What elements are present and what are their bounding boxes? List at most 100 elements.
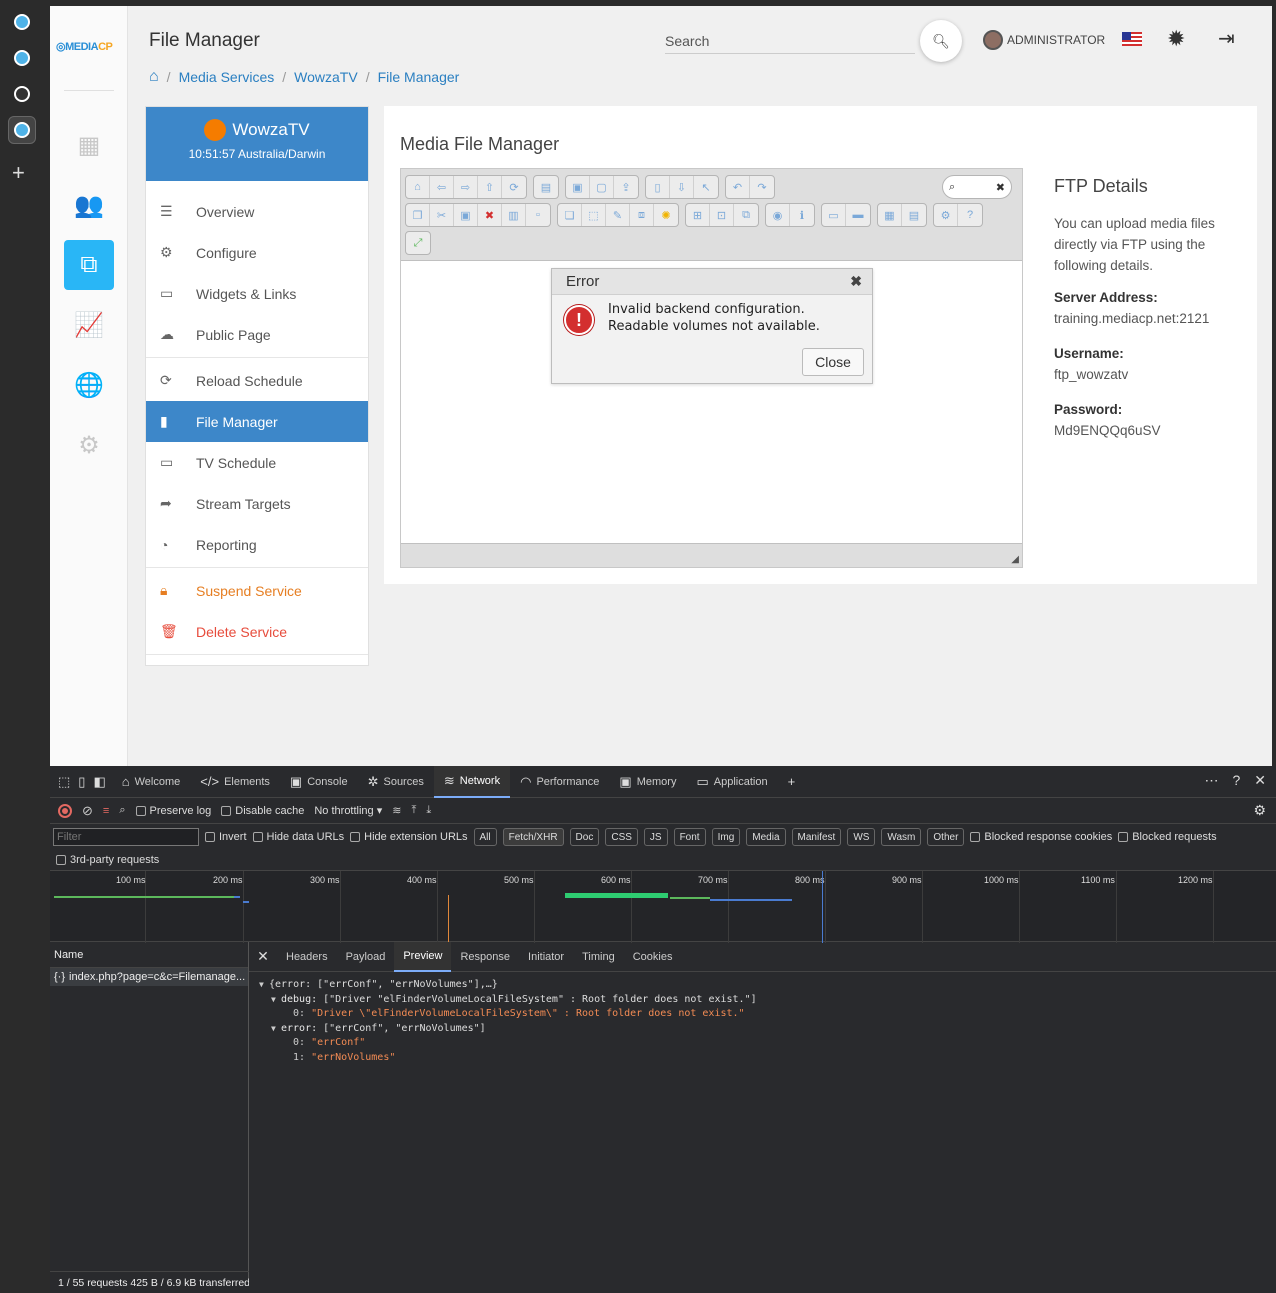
menu-suspend-service[interactable]: 🔒︎ Suspend Service: [146, 570, 368, 611]
type-css[interactable]: CSS: [605, 828, 638, 846]
menu-delete-service[interactable]: 🗑︎ Delete Service: [146, 611, 368, 652]
breadcrumb-link[interactable]: Media Services: [179, 69, 275, 85]
menu-file-manager[interactable]: ▮ File Manager: [146, 401, 368, 442]
tab-payload[interactable]: Payload: [337, 942, 395, 972]
search-icon[interactable]: ⌕: [119, 804, 125, 817]
elfinder-search[interactable]: ⌕ ✖: [942, 175, 1012, 199]
select-icon[interactable]: ⬚: [582, 204, 606, 226]
mkfile-icon[interactable]: ▢: [590, 176, 614, 198]
resize-icon[interactable]: ▬: [846, 204, 870, 226]
type-js[interactable]: JS: [643, 828, 668, 846]
table-row[interactable]: {·} index.php?page=c&c=Filemanage...: [50, 968, 248, 986]
help-icon[interactable]: ?: [958, 204, 982, 226]
empty-icon[interactable]: ▫: [526, 204, 550, 226]
record-icon[interactable]: [58, 803, 72, 818]
getfile-icon[interactable]: ↖: [694, 176, 718, 198]
name-column-header[interactable]: Name: [50, 942, 248, 968]
copy-icon[interactable]: ❐: [406, 204, 430, 226]
menu-configure[interactable]: ⚙ Configure: [146, 232, 368, 273]
blocked-requests-checkbox[interactable]: Blocked requests: [1118, 831, 1217, 843]
type-all[interactable]: All: [473, 828, 497, 846]
tab-memory[interactable]: ▣ Memory: [609, 766, 686, 798]
breadcrumb-link[interactable]: WowzaTV: [294, 69, 358, 85]
select-none-icon[interactable]: ⊡: [710, 204, 734, 226]
delete-icon[interactable]: ✖: [478, 204, 502, 226]
places-icon[interactable]: ▤: [902, 204, 926, 226]
fullscreen-icon[interactable]: ⤢: [406, 232, 430, 254]
paste-icon[interactable]: ▣: [454, 204, 478, 226]
globe-icon[interactable]: 🌐: [64, 360, 114, 410]
menu-overview[interactable]: ☰ Overview: [146, 191, 368, 232]
extract-icon[interactable]: ✺: [654, 204, 678, 226]
upload-icon[interactable]: ⇪: [614, 176, 638, 198]
tab-response[interactable]: Response: [451, 942, 519, 972]
mkdir-icon[interactable]: ▣: [566, 176, 590, 198]
download-icon[interactable]: ⇩: [670, 176, 694, 198]
browser-tab-active[interactable]: [8, 116, 36, 144]
browser-tab[interactable]: [8, 80, 36, 108]
network-timeline[interactable]: 100 ms 200 ms 300 ms 400 ms 500 ms 600 m…: [50, 870, 1276, 943]
hide-data-urls-checkbox[interactable]: Hide data URLs: [252, 831, 344, 843]
back-icon[interactable]: ⇦: [430, 176, 454, 198]
blocked-cookies-checkbox[interactable]: Blocked response cookies: [970, 831, 1112, 843]
view-icon[interactable]: ▦: [878, 204, 902, 226]
clear-icon[interactable]: ✖: [996, 181, 1005, 194]
preserve-log-checkbox[interactable]: Preserve log: [135, 805, 211, 817]
cut-icon[interactable]: ✂: [430, 204, 454, 226]
close-icon[interactable]: ✕: [249, 948, 277, 965]
help-icon[interactable]: ?: [1232, 772, 1240, 789]
json-preview[interactable]: ▼ {error: ["errConf", "errNoVolumes"],…} …: [249, 972, 1276, 1071]
tab-application[interactable]: ▭ Application: [686, 766, 777, 798]
inspect-icon[interactable]: ⬚: [58, 774, 70, 790]
tab-console[interactable]: ▣ Console: [280, 766, 358, 798]
tab-sources[interactable]: ✲ Sources: [358, 766, 434, 798]
redo-icon[interactable]: ↷: [750, 176, 774, 198]
hide-extension-urls-checkbox[interactable]: Hide extension URLs: [350, 831, 468, 843]
archive-icon[interactable]: ⧈: [630, 204, 654, 226]
sitemap-icon[interactable]: ⧉: [64, 240, 114, 290]
user-menu[interactable]: ADMINISTRATOR: [983, 30, 1105, 50]
duplicate-icon[interactable]: ❏: [558, 204, 582, 226]
forward-icon[interactable]: ⇨: [454, 176, 478, 198]
menu-tv-schedule[interactable]: ▭ TV Schedule: [146, 442, 368, 483]
disable-cache-checkbox[interactable]: Disable cache: [221, 805, 304, 817]
search-field[interactable]: [665, 30, 915, 54]
browser-tab[interactable]: [8, 44, 36, 72]
settings-icon[interactable]: ⚙: [934, 204, 958, 226]
menu-stream-targets[interactable]: ➦ Stream Targets: [146, 483, 368, 524]
tab-preview[interactable]: Preview: [394, 941, 452, 972]
preview-icon[interactable]: ◉: [766, 204, 790, 226]
select-invert-icon[interactable]: ⧉: [734, 204, 758, 226]
filter-icon[interactable]: ≡: [103, 805, 109, 817]
close-button[interactable]: Close: [802, 348, 864, 376]
menu-widgets-links[interactable]: ▭ Widgets & Links: [146, 273, 368, 314]
tab-performance[interactable]: ◠ Performance: [510, 766, 609, 798]
settings-icon[interactable]: ⚙: [1253, 802, 1266, 819]
type-media[interactable]: Media: [746, 828, 786, 846]
tab-initiator[interactable]: Initiator: [519, 942, 573, 972]
import-icon[interactable]: ⤒: [411, 804, 416, 817]
select-all-icon[interactable]: ⊞: [686, 204, 710, 226]
type-other[interactable]: Other: [927, 828, 965, 846]
add-tab-icon[interactable]: +: [778, 766, 806, 798]
netmount-icon[interactable]: ▤: [534, 176, 558, 198]
rename-icon[interactable]: ▭: [822, 204, 846, 226]
open-icon[interactable]: ▯: [646, 176, 670, 198]
home-icon[interactable]: ⌂: [406, 176, 430, 198]
cogs-icon[interactable]: ⚙: [64, 420, 114, 470]
type-fetch-xhr[interactable]: Fetch/XHR: [502, 828, 564, 846]
edit-icon[interactable]: ✎: [606, 204, 630, 226]
invert-checkbox[interactable]: Invert: [205, 831, 247, 843]
more-icon[interactable]: ⋯: [1204, 772, 1218, 789]
breadcrumb-current[interactable]: File Manager: [378, 69, 460, 85]
type-doc[interactable]: Doc: [569, 828, 600, 846]
export-icon[interactable]: ⤓: [426, 804, 431, 817]
reload-icon[interactable]: ⟳: [502, 176, 526, 198]
tab-headers[interactable]: Headers: [277, 942, 337, 972]
theme-toggle-icon[interactable]: ✹: [1167, 26, 1185, 52]
resize-handle-icon[interactable]: ◢: [1011, 554, 1019, 565]
dashboard-icon[interactable]: ▦: [64, 120, 114, 170]
undo-icon[interactable]: ↶: [726, 176, 750, 198]
menu-public-page[interactable]: ☁ Public Page: [146, 314, 368, 355]
home-icon[interactable]: ⌂: [149, 68, 159, 86]
